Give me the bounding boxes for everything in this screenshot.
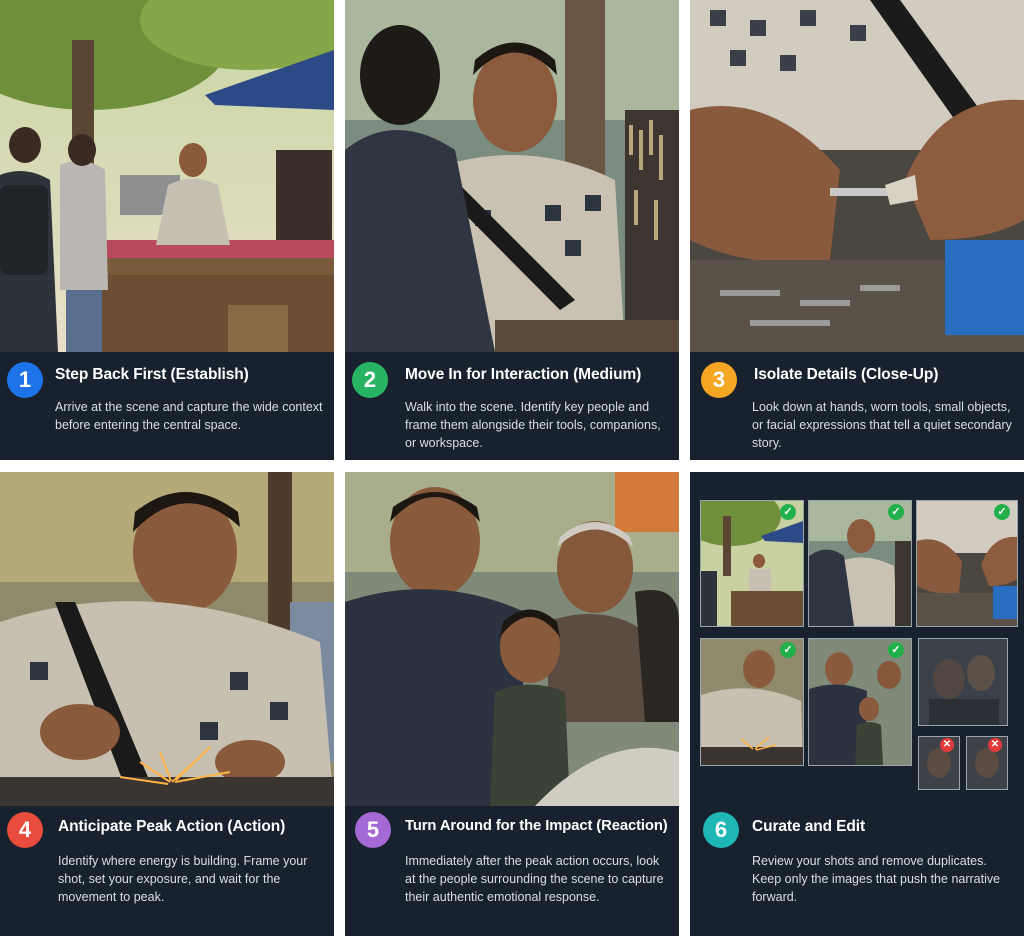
step-panel-6: ✓ ✓ ✓ ✓ ✓ ✕ ✕ 6 Curate and Edit Review y…	[690, 472, 1024, 936]
step-panel-3: 3 Isolate Details (Close-Up) Look down a…	[690, 0, 1024, 460]
photo-vendor-medium-shot	[345, 0, 679, 352]
photo-wide-market-scene	[0, 0, 334, 352]
photo-hands-keys-closeup	[690, 0, 1024, 352]
thumbnail-rejected-blurry[interactable]	[918, 638, 1008, 726]
step-title: Isolate Details (Close-Up)	[754, 366, 939, 383]
step-panel-4: 4 Anticipate Peak Action (Action) Identi…	[0, 472, 334, 936]
photo-grinding-sparks	[0, 472, 334, 806]
step-description: Walk into the scene. Identify key people…	[405, 400, 661, 450]
step-description: Arrive at the scene and capture the wide…	[55, 400, 323, 432]
step-number-badge: 1	[7, 362, 43, 398]
check-icon: ✓	[888, 504, 904, 520]
step-number-badge: 2	[352, 362, 388, 398]
step-panel-5: 5 Turn Around for the Impact (Reaction) …	[345, 472, 679, 936]
step-title: Move In for Interaction (Medium)	[405, 366, 642, 383]
step-panel-2: 2 Move In for Interaction (Medium) Walk …	[345, 0, 679, 460]
step-description: Identify where energy is building. Frame…	[58, 854, 308, 904]
x-icon: ✕	[988, 738, 1002, 752]
step-number-badge: 6	[703, 812, 739, 848]
step-number-badge: 4	[7, 812, 43, 848]
step-number-badge: 3	[701, 362, 737, 398]
step-title: Anticipate Peak Action (Action)	[58, 818, 286, 835]
step-caption-3: 3 Isolate Details (Close-Up) Look down a…	[690, 352, 1024, 460]
x-icon: ✕	[940, 738, 954, 752]
check-icon: ✓	[994, 504, 1010, 520]
step-title: Curate and Edit	[752, 818, 866, 835]
check-icon: ✓	[780, 642, 796, 658]
contact-sheet: ✓ ✓ ✓ ✓ ✓ ✕ ✕	[690, 472, 1024, 806]
check-icon: ✓	[888, 642, 904, 658]
photo-smiling-onlookers	[345, 472, 679, 806]
step-caption-4: 4 Anticipate Peak Action (Action) Identi…	[0, 806, 334, 936]
step-title: Turn Around for the Impact (Reaction)	[405, 818, 668, 834]
step-number-badge: 5	[355, 812, 391, 848]
step-panel-1: 1 Step Back First (Establish) Arrive at …	[0, 0, 334, 460]
step-caption-6: 6 Curate and Edit Review your shots and …	[690, 806, 1024, 936]
check-icon: ✓	[780, 504, 796, 520]
step-title: Step Back First (Establish)	[55, 366, 249, 383]
step-caption-1: 1 Step Back First (Establish) Arrive at …	[0, 352, 334, 460]
step-description: Review your shots and remove duplicates.…	[752, 854, 1001, 904]
step-description: Immediately after the peak action occurs…	[405, 854, 664, 904]
step-caption-2: 2 Move In for Interaction (Medium) Walk …	[345, 352, 679, 460]
step-description: Look down at hands, worn tools, small ob…	[752, 400, 1012, 450]
step-caption-5: 5 Turn Around for the Impact (Reaction) …	[345, 806, 679, 936]
